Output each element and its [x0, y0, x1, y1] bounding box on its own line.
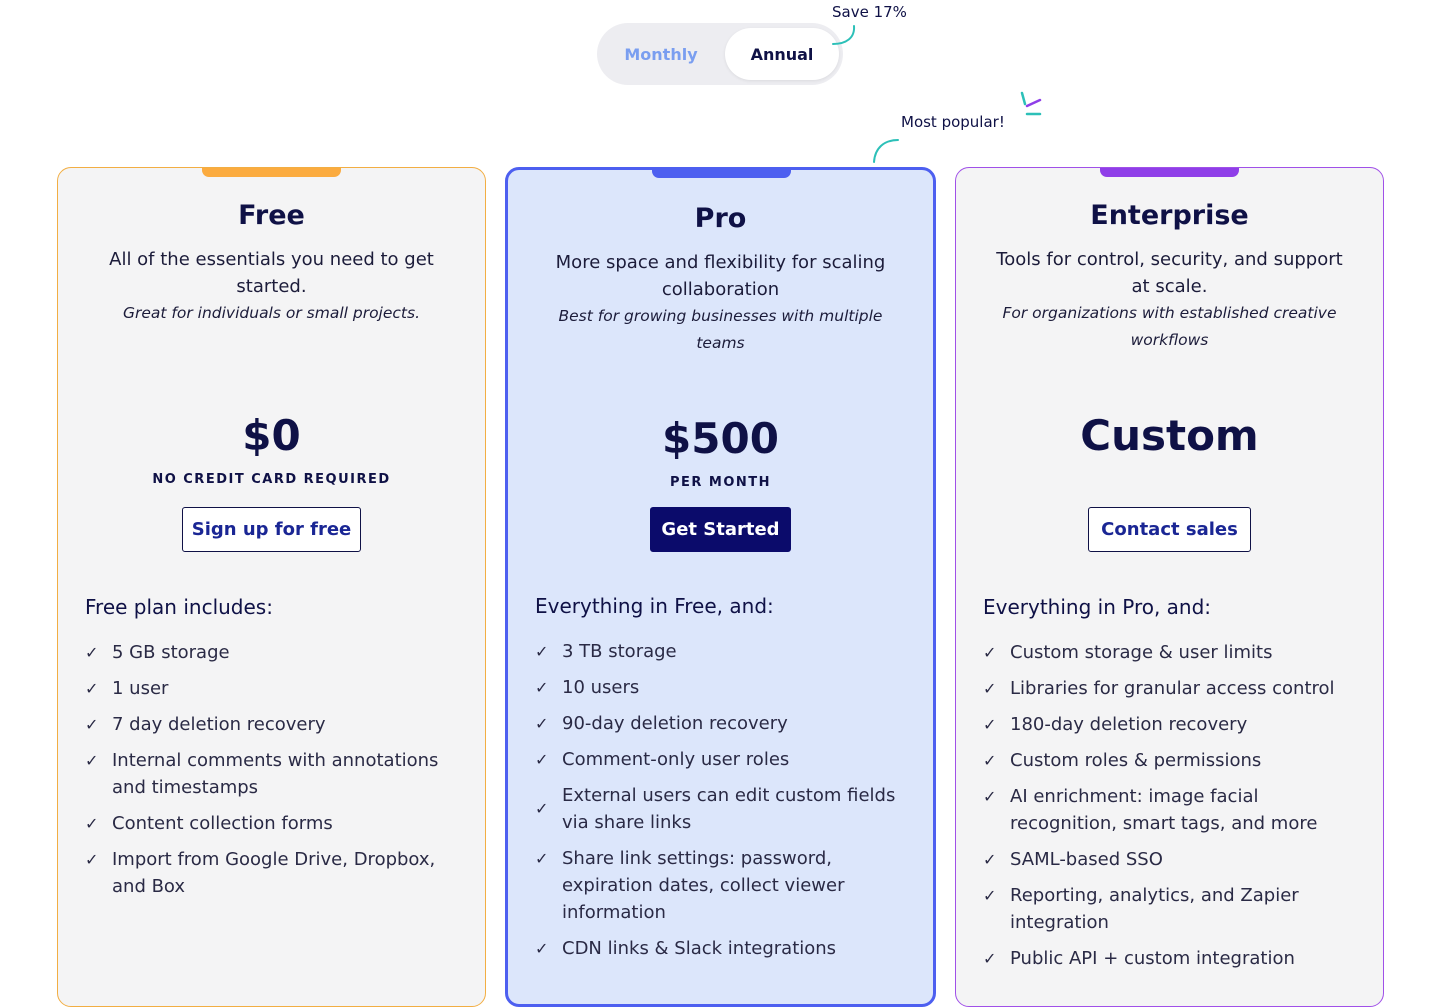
- check-icon: ✓: [535, 799, 549, 818]
- feature-item: ✓ Custom roles & permissions: [983, 747, 1363, 774]
- plan-card-pro: Pro More space and flexibility for scali…: [505, 167, 936, 1007]
- plan-description: More space and flexibility for scaling c…: [555, 252, 886, 300]
- features-list: ✓ Custom storage & user limits ✓ Libraries…: [983, 639, 1363, 981]
- feature-item: ✓ 3 TB storage: [535, 638, 913, 665]
- popular-arrow-icon: [873, 139, 899, 163]
- plan-subtext: Best for growing businesses with multipl…: [558, 307, 883, 352]
- check-icon: ✓: [535, 642, 549, 661]
- get-started-button[interactable]: Get Started: [650, 507, 791, 552]
- plan-name: Pro: [694, 203, 747, 234]
- check-icon: ✓: [983, 715, 997, 734]
- feature-item: ✓ Custom storage & user limits: [983, 639, 1363, 666]
- check-icon: ✓: [983, 787, 997, 806]
- feature-item: ✓ Reporting, analytics, and Zapier integr…: [983, 882, 1363, 936]
- plan-accent-tab: [202, 168, 341, 177]
- feature-item: ✓ 1 user: [85, 675, 465, 702]
- save-arrow-icon: [832, 25, 856, 45]
- plan-description: Tools for control, security, and support…: [996, 249, 1343, 297]
- plan-subtext: Great for individuals or small projects.: [122, 304, 421, 322]
- sign-up-button[interactable]: Sign up for free: [182, 507, 361, 552]
- feature-item: ✓ 10 users: [535, 674, 913, 701]
- features-title: Everything in Pro, and:: [983, 595, 1212, 619]
- feature-item: ✓ 7 day deletion recovery: [85, 711, 465, 738]
- plan-description: All of the essentials you need to get st…: [109, 249, 434, 297]
- feature-item: ✓ Content collection forms: [85, 810, 465, 837]
- check-icon: ✓: [983, 679, 997, 698]
- plan-price: Custom: [1080, 411, 1259, 460]
- most-popular-label: Most popular!: [901, 113, 1005, 131]
- check-icon: ✓: [85, 643, 99, 662]
- annual-option[interactable]: Annual: [725, 28, 839, 80]
- plan-subtext: For organizations with established creat…: [1002, 304, 1337, 349]
- features-list: ✓ 5 GB storage ✓ 1 user ✓ 7 day deletion re…: [85, 639, 465, 909]
- check-icon: ✓: [535, 939, 549, 958]
- plan-accent-tab: [1100, 168, 1239, 177]
- check-icon: ✓: [535, 849, 549, 868]
- feature-item: ✓ CDN links & Slack integrations: [535, 935, 913, 962]
- check-icon: ✓: [983, 886, 997, 905]
- feature-item: ✓ Share link settings: password, expirati…: [535, 845, 913, 926]
- plan-price: $0: [242, 411, 301, 460]
- price-note: NO CREDIT CARD REQUIRED: [152, 472, 391, 487]
- feature-item: ✓ SAML-based SSO: [983, 846, 1363, 873]
- check-icon: ✓: [535, 714, 549, 733]
- features-list: ✓ 3 TB storage ✓ 10 users ✓ 90-day deletion…: [535, 638, 913, 971]
- feature-item: ✓ 90-day deletion recovery: [535, 710, 913, 737]
- plan-price: $500: [662, 414, 779, 463]
- contact-sales-button[interactable]: Contact sales: [1088, 507, 1251, 552]
- feature-item: ✓ External users can edit custom fields v…: [535, 785, 896, 833]
- check-icon: ✓: [85, 814, 99, 833]
- check-icon: ✓: [85, 850, 99, 869]
- check-icon: ✓: [535, 750, 549, 769]
- billing-toggle[interactable]: Monthly Annual: [597, 23, 843, 85]
- feature-item: ✓ Comment-only user roles: [535, 746, 913, 773]
- check-icon: ✓: [535, 678, 549, 697]
- plan-name: Enterprise: [1090, 200, 1249, 231]
- save-label: Save 17%: [832, 3, 907, 21]
- check-icon: ✓: [85, 751, 99, 770]
- feature-item: ✓ Libraries for granular access control: [983, 675, 1363, 702]
- check-icon: ✓: [983, 643, 997, 662]
- feature-item: ✓ Internal comments with annotations and …: [85, 747, 465, 801]
- feature-item: ✓ Public API + custom integration: [983, 945, 1363, 972]
- features-title: Free plan includes:: [85, 595, 273, 619]
- check-icon: ✓: [983, 751, 997, 770]
- plan-card-free: Free All of the essentials you need to g…: [57, 167, 486, 1007]
- monthly-option[interactable]: Monthly: [602, 28, 720, 80]
- plan-accent-tab: [652, 169, 791, 178]
- feature-item: ✓ 180-day deletion recovery: [983, 711, 1363, 738]
- check-icon: ✓: [85, 715, 99, 734]
- check-icon: ✓: [983, 949, 997, 968]
- plan-card-enterprise: Enterprise Tools for control, security, …: [955, 167, 1384, 1007]
- feature-item: ✓ AI enrichment: image facial recognition…: [983, 783, 1363, 837]
- check-icon: ✓: [983, 850, 997, 869]
- sparkle-icon: [1020, 91, 1042, 116]
- features-title: Everything in Free, and:: [535, 594, 774, 618]
- feature-item: ✓ Import from Google Drive, Dropbox, and …: [85, 846, 465, 900]
- check-icon: ✓: [85, 679, 99, 698]
- feature-item: ✓ 5 GB storage: [85, 639, 465, 666]
- plan-name: Free: [238, 200, 305, 231]
- price-note: PER MONTH: [669, 475, 772, 490]
